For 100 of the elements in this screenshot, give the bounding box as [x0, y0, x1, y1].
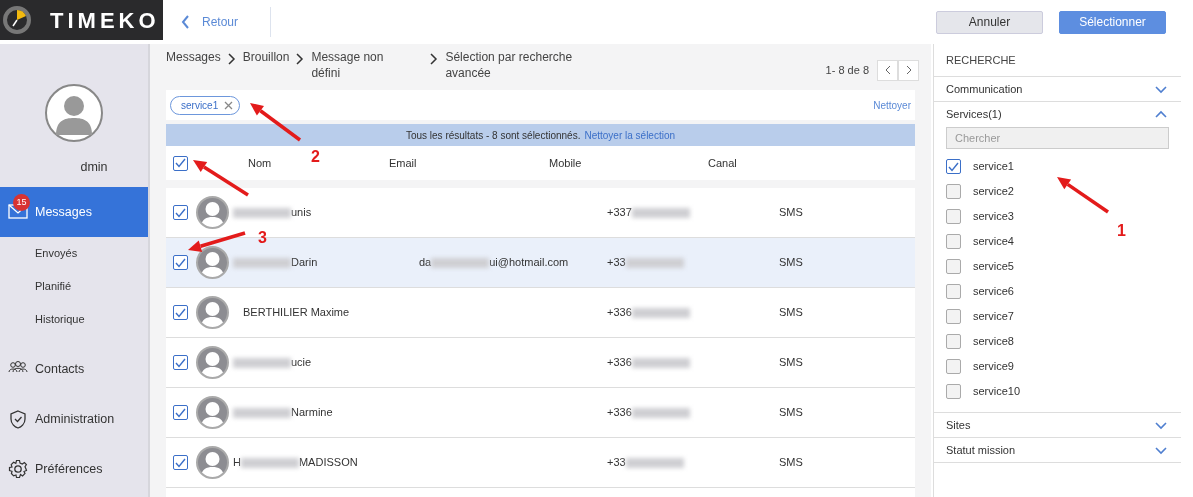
checkbox[interactable] — [173, 255, 188, 270]
chevron-down-icon — [1155, 445, 1167, 455]
section-header[interactable]: Communication — [934, 77, 1181, 102]
checkbox[interactable] — [173, 405, 188, 420]
contact-name: Darin — [291, 255, 318, 271]
nav-subitem[interactable]: Historique — [0, 303, 148, 336]
chevron-left-icon — [883, 65, 892, 75]
count-badge: 15 — [13, 194, 30, 211]
contact-name: Narmine — [291, 405, 333, 421]
checkbox[interactable] — [173, 455, 188, 470]
table-row[interactable]: ucie +336 SMS — [166, 338, 915, 388]
breadcrumb-item[interactable]: Message non défini — [311, 50, 412, 90]
option-label: service10 — [973, 384, 1021, 400]
checkbox[interactable] — [173, 155, 188, 171]
channel-text: SMS — [779, 355, 803, 371]
annotation-number: 1 — [1117, 223, 1126, 239]
checkbox[interactable] — [946, 334, 961, 349]
checkbox[interactable] — [946, 184, 961, 199]
checkbox[interactable] — [946, 359, 961, 374]
checkbox[interactable] — [946, 384, 961, 399]
section-header[interactable]: Sites — [934, 413, 1181, 438]
chevron-right-icon — [226, 52, 237, 66]
previous-page-button[interactable] — [877, 59, 898, 81]
nav-label: Messages — [35, 203, 92, 221]
checkbox[interactable] — [946, 309, 961, 324]
chevron-up-icon — [1155, 110, 1167, 119]
option-label: service1 — [973, 159, 1014, 175]
nav-item[interactable]: Administration — [0, 394, 148, 444]
option-label: service6 — [973, 284, 1014, 300]
nav-item[interactable]: Préférences — [0, 444, 148, 494]
page-range: 1- 8 de 8 — [825, 62, 869, 78]
contact-name: BERTHILIER Maxime — [243, 305, 350, 321]
channel-text: SMS — [779, 405, 803, 421]
back-link[interactable]: Retour — [180, 7, 272, 37]
cancel-button[interactable]: Annuler — [936, 10, 1043, 34]
nav-label: Préférences — [35, 460, 103, 478]
user-avatar — [45, 84, 103, 142]
option-label: service2 — [973, 184, 1014, 200]
table-row[interactable]: BERTHILIER Maxime +336 SMS — [166, 288, 915, 338]
clear-link[interactable]: Nettoyer — [873, 97, 911, 113]
contact-email: ui@hotmail.com — [489, 255, 569, 271]
panel-title: RECHERCHE — [934, 44, 1181, 77]
settings-icon — [7, 459, 28, 479]
annotation-arrow — [250, 103, 302, 142]
nav-subitem[interactable]: Envoyés — [0, 237, 148, 270]
close-icon — [224, 100, 234, 110]
option-label: service3 — [973, 209, 1014, 225]
section-header[interactable]: Statut mission — [934, 438, 1181, 463]
chevron-right-icon — [429, 52, 440, 66]
contact-name: unis — [291, 205, 312, 221]
nav-item[interactable]: Messages 15 — [0, 187, 148, 237]
contact-avatar — [196, 196, 229, 229]
contact-avatar — [196, 396, 229, 429]
contact-name: ucie — [291, 355, 312, 371]
table-row[interactable]: H MADISSON +33 SMS — [166, 438, 915, 488]
option-label: service7 — [973, 309, 1014, 325]
nav-label: Administration — [35, 410, 115, 428]
nav-subitem[interactable]: Planifié — [0, 270, 148, 303]
annotation-arrow — [193, 160, 249, 197]
checkbox[interactable] — [946, 284, 961, 299]
contact-avatar — [196, 446, 229, 479]
contact-mobile: +336 — [607, 305, 632, 321]
checkbox[interactable] — [173, 305, 188, 320]
chevron-down-icon — [1155, 84, 1167, 94]
checkbox[interactable] — [946, 159, 961, 174]
channel-text: SMS — [779, 455, 803, 471]
contact-mobile: +337 — [607, 205, 632, 221]
checkbox[interactable] — [946, 234, 961, 249]
contact-name: H — [233, 455, 241, 471]
column-header: Mobile — [549, 156, 582, 169]
contact-mobile: +33 — [607, 255, 626, 271]
column-header: Canal — [708, 156, 737, 169]
option-label: service9 — [973, 359, 1014, 375]
breadcrumb-item[interactable]: Messages — [166, 50, 221, 90]
next-page-button[interactable] — [898, 59, 919, 81]
contact-name: MADISSON — [298, 455, 358, 471]
breadcrumb-item[interactable]: Brouillon — [242, 50, 290, 90]
chevron-down-icon — [1155, 420, 1167, 430]
column-header: Nom — [248, 156, 272, 169]
checkbox[interactable] — [173, 355, 188, 370]
nav-item[interactable]: Contacts — [0, 344, 148, 394]
search-field[interactable]: Chercher — [946, 127, 1169, 149]
shield-check-icon — [7, 409, 28, 429]
chevron-right-icon — [295, 52, 306, 66]
logo-text: TIMEKO — [50, 6, 160, 35]
option-label: service8 — [973, 334, 1014, 350]
checkbox[interactable] — [173, 205, 188, 220]
checkbox[interactable] — [946, 209, 961, 224]
section-header[interactable]: Services(1) — [934, 102, 1181, 127]
user-name: dmin — [79, 159, 108, 176]
option-label: service4 — [973, 234, 1014, 250]
checkbox[interactable] — [946, 259, 961, 274]
breadcrumb-item[interactable]: Sélection par recherche avancée — [445, 50, 596, 90]
contact-avatar — [196, 296, 229, 329]
column-header: Email — [389, 156, 417, 169]
chevron-right-icon — [904, 65, 913, 75]
contact-mobile: +336 — [607, 405, 632, 421]
table-row[interactable]: Narmine +336 SMS — [166, 388, 915, 438]
channel-text: SMS — [779, 255, 803, 271]
nav-label: Contacts — [35, 360, 85, 378]
